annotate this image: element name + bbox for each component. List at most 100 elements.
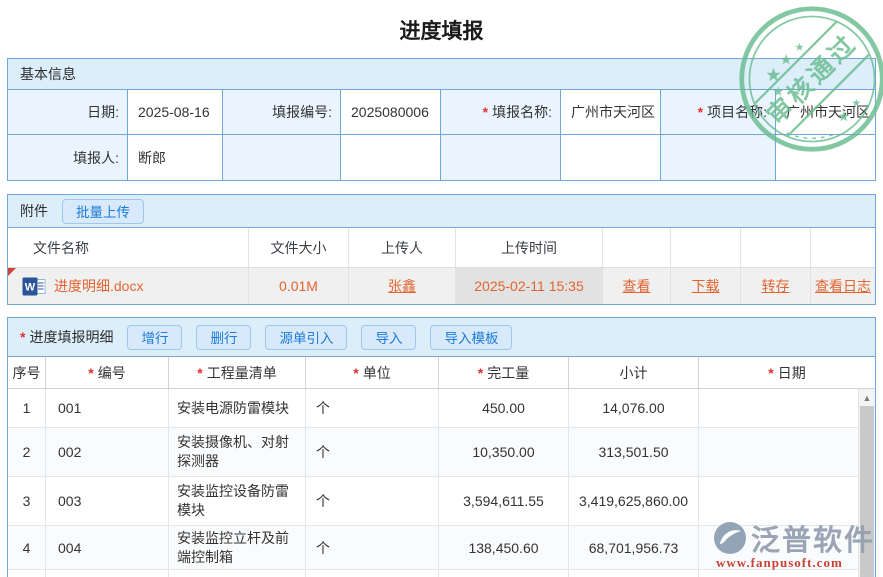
col-header-seq: 序号 [8,357,46,388]
cell-seq: 1 [8,389,46,427]
field-value-report-name[interactable]: 广州市天河区 [561,90,661,135]
col-header-action [741,228,811,267]
cell-subtotal: 68,701,956.73 [569,526,699,569]
cell-code[interactable]: 004 [46,526,169,569]
cell-code[interactable]: 002 [46,428,169,476]
col-header-completed-qty: *完工量 [439,357,569,388]
cell-boq-item[interactable]: 安装摄像机、对射探测器 [169,428,306,476]
cell-date[interactable] [699,389,875,427]
svg-text:W: W [25,281,36,293]
cell-boq-item[interactable]: 安装监控设备防雷模块 [169,477,306,525]
col-header-date: *日期 [699,357,875,388]
attachment-row: W 进度明细.docx 0.01M 张鑫 2025-02-11 15:35 查看… [8,267,875,304]
field-label-reporter: 填报人: [8,135,128,180]
cell-boq-item[interactable]: 安装监控立杆及前端控制箱 [169,526,306,569]
cell-completed[interactable]: 138,450.60 [439,526,569,569]
field-label-report-no: 填报编号: [223,90,341,135]
basic-info-header: 基本信息 [8,59,875,90]
cell-code[interactable]: 001 [46,389,169,427]
empty-value-cell [776,135,875,180]
detail-table-header: 序号 *编号 *工程量清单 *单位 *完工量 小计 *日期 [8,357,875,389]
download-link[interactable]: 下载 [692,276,720,296]
empty-value-cell [341,135,441,180]
basic-info-grid: 日期: 2025-08-16 填报编号: 2025080006 *填报名称: 广… [8,90,875,180]
field-label-date: 日期: [8,90,128,135]
cell-date[interactable] [699,526,875,569]
cell-subtotal: 3,419,625,860.00 [569,477,699,525]
word-file-icon: W [22,277,46,296]
attachments-header: 附件 批量上传 [8,195,875,228]
col-header-code: *编号 [46,357,169,388]
scrollbar-thumb[interactable] [860,406,874,577]
page-title: 进度填报 [0,0,883,58]
field-value-reporter[interactable]: 断郎 [128,135,223,180]
attachments-section: 附件 批量上传 文件名称 文件大小 上传人 上传时间 W [7,194,876,305]
file-size-value: 0.01M [249,268,349,304]
vertical-scrollbar[interactable]: ▲ [858,389,875,577]
field-label-project-name: *项目名称: [661,90,776,135]
empty-value-cell [561,135,661,180]
view-link[interactable]: 查看 [623,276,651,296]
cell-completed[interactable]: 450.00 [439,389,569,427]
table-row: 1 001 安装电源防雷模块 个 450.00 14,076.00 [8,389,875,428]
cell-unit[interactable]: 个 [306,389,439,427]
col-header-file-size: 文件大小 [249,228,349,267]
cell-unit[interactable]: 个 [306,477,439,525]
file-name-cell: W 进度明细.docx [8,268,249,304]
detail-table-body: 1 001 安装电源防雷模块 个 450.00 14,076.00 2 002 … [8,389,875,577]
col-header-uploader: 上传人 [349,228,456,267]
col-header-action [671,228,741,267]
col-header-action [811,228,875,267]
basic-info-title: 基本信息 [20,64,76,84]
progress-detail-header: * 进度填报明细 增行 删行 源单引入 导入 导入模板 [8,318,875,357]
table-row [8,570,875,577]
table-row: 4 004 安装监控立杆及前端控制箱 个 138,450.60 68,701,9… [8,526,875,570]
cell-boq-item[interactable]: 安装电源防雷模块 [169,389,306,427]
view-log-link[interactable]: 查看日志 [815,276,871,296]
col-header-upload-time: 上传时间 [456,228,603,267]
cell-subtotal: 14,076.00 [569,389,699,427]
corner-marker-icon [8,268,16,276]
table-row: 2 002 安装摄像机、对射探测器 个 10,350.00 313,501.50 [8,428,875,477]
field-value-project-name[interactable]: 广州市天河区 [776,90,875,135]
scroll-up-icon[interactable]: ▲ [859,389,875,406]
file-name-link[interactable]: 进度明细.docx [54,276,143,296]
add-row-button[interactable]: 增行 [127,325,182,350]
cell-completed[interactable]: 10,350.00 [439,428,569,476]
import-template-button[interactable]: 导入模板 [430,325,512,350]
cell-completed[interactable]: 3,594,611.55 [439,477,569,525]
cell-subtotal: 313,501.50 [569,428,699,476]
attachments-title: 附件 [20,201,48,221]
import-button[interactable]: 导入 [361,325,416,350]
cell-seq: 2 [8,428,46,476]
col-header-boq-item: *工程量清单 [169,357,306,388]
transfer-link[interactable]: 转存 [762,276,790,296]
progress-detail-title: 进度填报明细 [29,327,113,347]
progress-detail-section: * 进度填报明细 增行 删行 源单引入 导入 导入模板 序号 *编号 *工程量清… [7,317,876,577]
col-header-action [603,228,671,267]
col-header-file-name: 文件名称 [8,228,249,267]
field-value-report-no[interactable]: 2025080006 [341,90,441,135]
col-header-unit: *单位 [306,357,439,388]
cell-seq: 3 [8,477,46,525]
empty-label-cell [223,135,341,180]
field-label-report-name: *填报名称: [441,90,561,135]
table-row: 3 003 安装监控设备防雷模块 个 3,594,611.55 3,419,62… [8,477,875,526]
col-header-subtotal: 小计 [569,357,699,388]
cell-date[interactable] [699,428,875,476]
field-value-date[interactable]: 2025-08-16 [128,90,223,135]
cell-unit[interactable]: 个 [306,428,439,476]
delete-row-button[interactable]: 删行 [196,325,251,350]
empty-label-cell [661,135,776,180]
basic-info-section: 基本信息 日期: 2025-08-16 填报编号: 2025080006 *填报… [7,58,876,181]
batch-upload-button[interactable]: 批量上传 [62,199,144,224]
uploader-link[interactable]: 张鑫 [349,268,456,304]
cell-seq: 4 [8,526,46,569]
cell-date[interactable] [699,477,875,525]
source-import-button[interactable]: 源单引入 [265,325,347,350]
progress-report-page: 进度填报 审核通过 基本信息 日期: [0,0,883,577]
cell-code[interactable]: 003 [46,477,169,525]
cell-unit[interactable]: 个 [306,526,439,569]
attachments-table-header: 文件名称 文件大小 上传人 上传时间 [8,228,875,267]
empty-label-cell [441,135,561,180]
